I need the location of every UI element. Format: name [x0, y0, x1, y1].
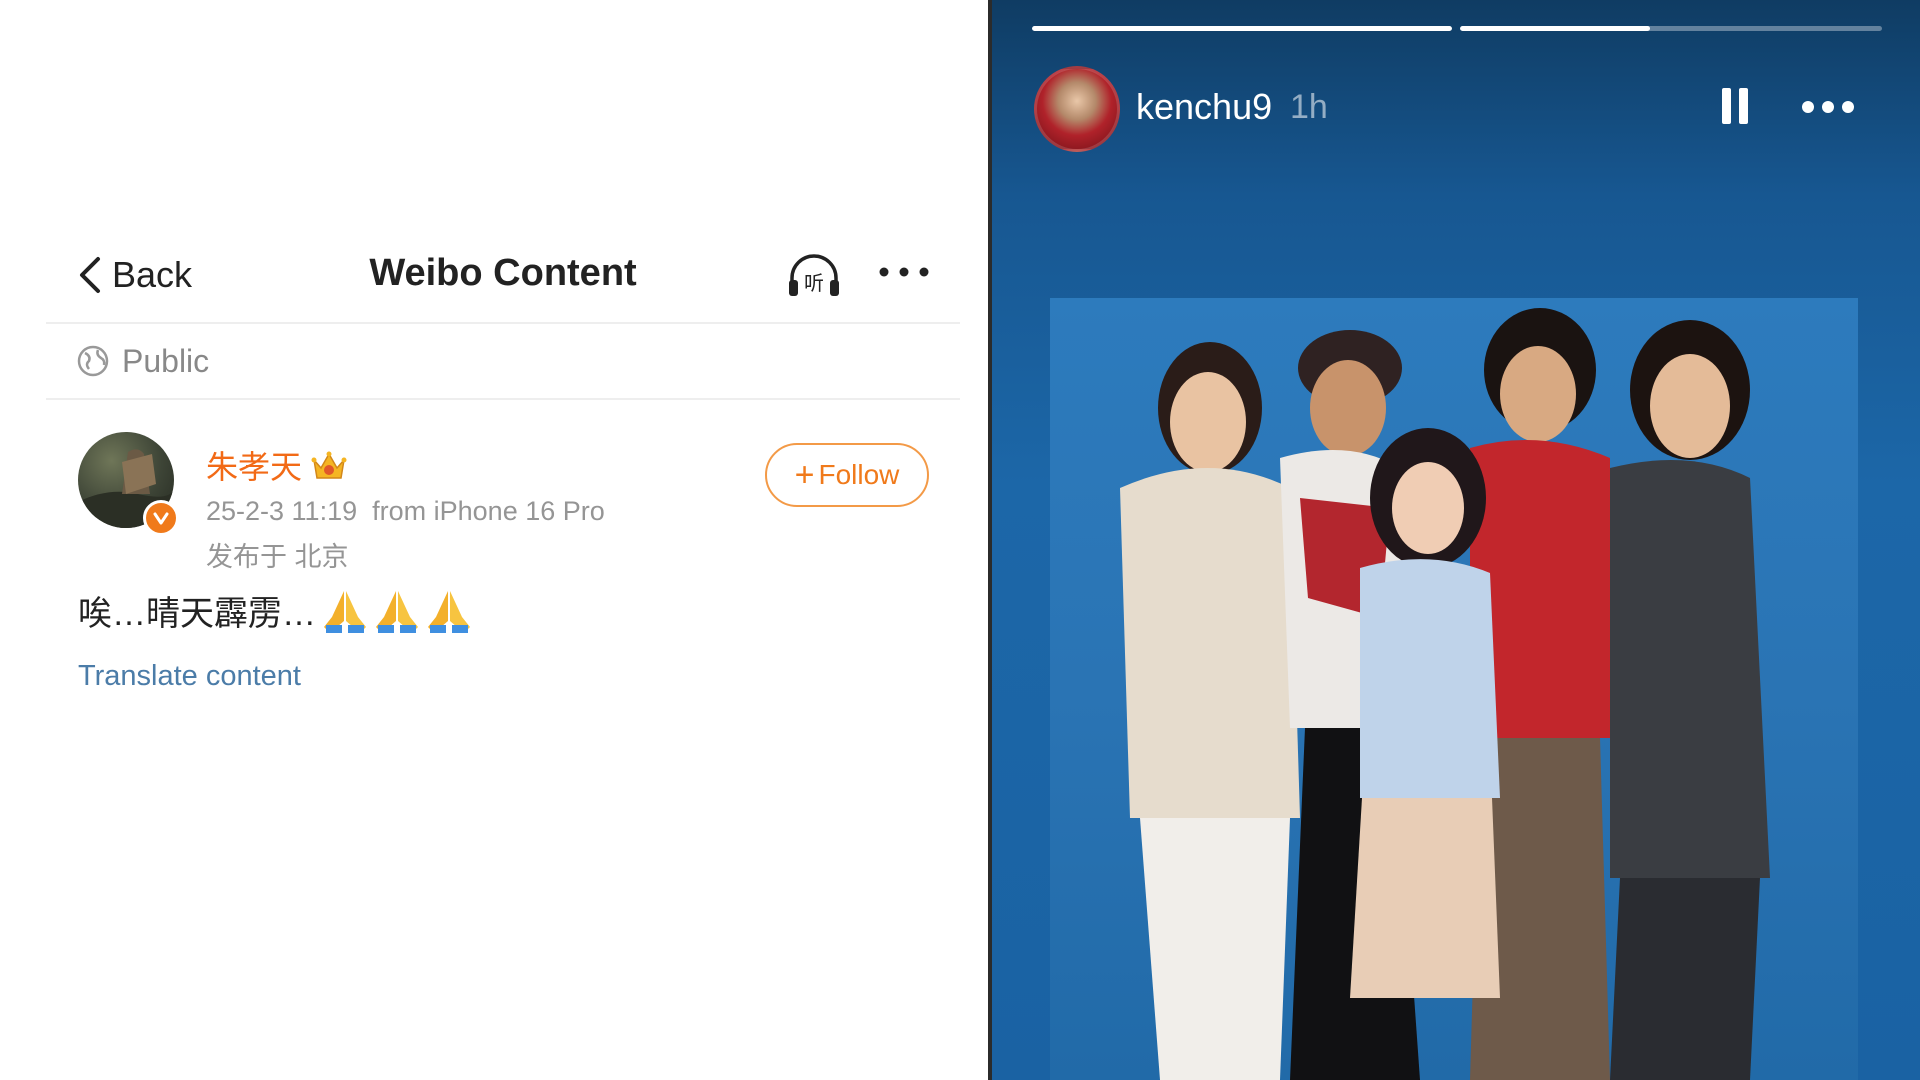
globe-icon	[77, 345, 109, 377]
back-chevron-icon	[80, 257, 100, 293]
weibo-header: Back Weibo Content 听	[46, 236, 960, 324]
praying-hands-icon	[376, 590, 418, 633]
story-progress-segment	[1460, 26, 1882, 31]
story-photo	[1050, 298, 1858, 1080]
pause-icon[interactable]	[1720, 86, 1750, 126]
more-icon[interactable]	[1800, 96, 1856, 118]
verified-icon	[143, 500, 179, 536]
post-datetime: 25-2-3 11:19	[206, 496, 358, 526]
story-panel[interactable]: kenchu9 1h	[992, 0, 1920, 1080]
translate-link[interactable]: Translate content	[78, 660, 301, 693]
story-progress-fill	[1032, 26, 1452, 31]
story-progress-segment	[1032, 26, 1452, 31]
more-icon[interactable]	[876, 252, 932, 292]
weibo-panel: Back Weibo Content 听 Public 朱孝天 25-2-3 1…	[0, 0, 988, 1080]
group-photo-illustration	[1120, 308, 1770, 1080]
post-text: 唉…晴天霹雳…	[78, 586, 476, 635]
visibility-row: Public	[46, 324, 960, 400]
visibility-label: Public	[122, 342, 210, 379]
author-link[interactable]: 朱孝天	[206, 442, 348, 488]
post-body: 唉…晴天霹雳…	[78, 595, 316, 633]
crown-icon	[311, 451, 347, 479]
story-username[interactable]: kenchu9	[1136, 86, 1272, 128]
author-name: 朱孝天	[206, 449, 303, 485]
post-location: 发布于 北京	[206, 542, 349, 572]
svg-text:听: 听	[804, 271, 824, 295]
praying-hands-icon	[324, 590, 366, 633]
back-button[interactable]: Back	[74, 250, 192, 300]
praying-hands-icon	[428, 590, 470, 633]
story-time: 1h	[1290, 88, 1328, 126]
story-progress-fill	[1460, 26, 1650, 31]
story-avatar[interactable]	[1034, 66, 1120, 152]
post-meta: 25-2-3 11:19 from iPhone 16 Pro	[206, 496, 605, 527]
emoji-group	[320, 587, 476, 635]
headphones-icon[interactable]: 听	[786, 250, 842, 300]
post-source: from iPhone 16 Pro	[372, 496, 605, 526]
plus-icon: +	[794, 456, 815, 494]
follow-label: Follow	[818, 459, 900, 490]
back-label: Back	[112, 254, 193, 295]
follow-button[interactable]: + Follow	[765, 443, 929, 507]
